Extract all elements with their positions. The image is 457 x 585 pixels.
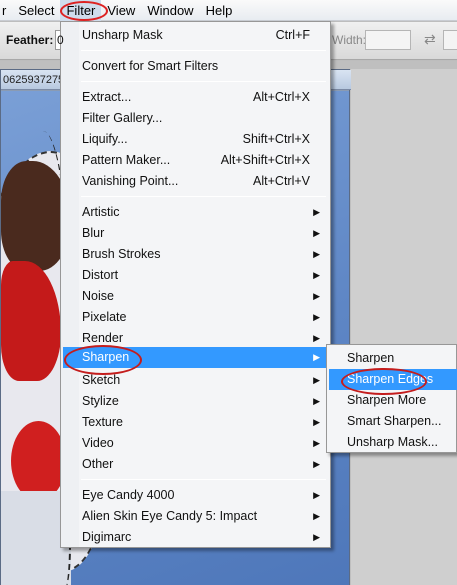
menu-item-shortcut: Shift+Ctrl+X	[242, 132, 310, 146]
menu-item-distort[interactable]: Distort ▶	[63, 265, 328, 286]
menu-item-digimarc[interactable]: Digimarc ▶	[63, 527, 328, 548]
menu-item-label: Video	[82, 436, 114, 450]
menu-item-label: Digimarc	[82, 530, 132, 544]
chevron-right-icon: ▶	[313, 228, 320, 238]
menu-item-label: Pattern Maker...	[82, 153, 171, 167]
filter-menu: Unsharp Mask Ctrl+F Convert for Smart Fi…	[60, 21, 331, 548]
menu-item-label: Convert for Smart Filters	[82, 59, 219, 73]
menu-item-label: Liquify...	[82, 132, 128, 146]
menu-item-brush-strokes[interactable]: Brush Strokes ▶	[63, 244, 328, 265]
feather-label: Feather:	[6, 33, 54, 47]
menu-select[interactable]: Select	[12, 0, 60, 21]
menu-item-eye-candy-5[interactable]: Alien Skin Eye Candy 5: Impact ▶	[63, 506, 328, 527]
menu-item-shortcut: Alt+Shift+Ctrl+X	[220, 153, 310, 167]
submenu-item-sharpen-more[interactable]: Sharpen More	[329, 390, 457, 411]
chevron-right-icon: ▶	[313, 511, 320, 521]
menu-item-shortcut: Ctrl+F	[275, 28, 310, 42]
height-input[interactable]	[443, 30, 457, 50]
chevron-right-icon: ▶	[313, 249, 320, 259]
chevron-right-icon: ▶	[313, 333, 320, 343]
menu-item-pattern-maker[interactable]: Pattern Maker... Alt+Shift+Ctrl+X	[63, 150, 328, 171]
submenu-item-label: Sharpen More	[347, 393, 427, 407]
chevron-right-icon: ▶	[313, 490, 320, 500]
annotation-circle-filter	[60, 1, 108, 21]
menu-item-eye-candy-4000[interactable]: Eye Candy 4000 ▶	[63, 485, 328, 506]
menu-item-label: Filter Gallery...	[82, 111, 163, 125]
menu-item-label: Texture	[82, 415, 123, 429]
menu-item-label: Eye Candy 4000	[82, 488, 175, 502]
chevron-right-icon: ▶	[313, 396, 320, 406]
width-input[interactable]	[365, 30, 411, 50]
submenu-item-sharpen[interactable]: Sharpen	[329, 348, 457, 369]
menu-item-pixelate[interactable]: Pixelate ▶	[63, 307, 328, 328]
submenu-item-label: Smart Sharpen...	[347, 414, 442, 428]
chevron-right-icon: ▶	[313, 375, 320, 385]
chevron-right-icon: ▶	[313, 352, 320, 362]
menu-item-label: Pixelate	[82, 310, 127, 324]
chevron-right-icon: ▶	[313, 270, 320, 280]
chevron-right-icon: ▶	[313, 291, 320, 301]
chevron-right-icon: ▶	[313, 312, 320, 322]
width-label: Width:	[332, 33, 367, 47]
menu-item-blur[interactable]: Blur ▶	[63, 223, 328, 244]
menu-item-label: Vanishing Point...	[82, 174, 179, 188]
chevron-right-icon: ▶	[313, 417, 320, 427]
menu-separator	[81, 81, 326, 82]
menu-separator	[81, 479, 326, 480]
menu-item-label: Brush Strokes	[82, 247, 161, 261]
menu-item-extract[interactable]: Extract... Alt+Ctrl+X	[63, 87, 328, 108]
menu-item-vanishing-point[interactable]: Vanishing Point... Alt+Ctrl+V	[63, 171, 328, 192]
chevron-right-icon: ▶	[313, 459, 320, 469]
menu-window[interactable]: Window	[141, 0, 199, 21]
chevron-right-icon: ▶	[313, 438, 320, 448]
menu-separator	[81, 50, 326, 51]
swap-arrows-icon[interactable]: ⇄	[424, 31, 436, 48]
sharpen-submenu: Sharpen Sharpen Edges Sharpen More Smart…	[326, 344, 457, 453]
feather-value: 0	[57, 33, 64, 47]
chevron-right-icon: ▶	[313, 532, 320, 542]
menu-item-sketch[interactable]: Sketch ▶	[63, 370, 328, 391]
menu-item-label: Blur	[82, 226, 105, 240]
menu-item-texture[interactable]: Texture ▶	[63, 412, 328, 433]
menu-item-label: Distort	[82, 268, 119, 282]
menu-item-label: Artistic	[82, 205, 120, 219]
menu-item-video[interactable]: Video ▶	[63, 433, 328, 454]
chevron-right-icon: ▶	[313, 207, 320, 217]
menu-item-shortcut: Alt+Ctrl+X	[253, 90, 310, 104]
submenu-item-unsharp-mask[interactable]: Unsharp Mask...	[329, 432, 457, 453]
menu-item-filter-gallery[interactable]: Filter Gallery...	[63, 108, 328, 129]
submenu-item-smart-sharpen[interactable]: Smart Sharpen...	[329, 411, 457, 432]
menu-separator	[81, 196, 326, 197]
menu-item-label: Extract...	[82, 90, 132, 104]
menu-item-unsharp-mask[interactable]: Unsharp Mask Ctrl+F	[63, 25, 328, 46]
photoshop-window: r Select Filter View Window Help Feather…	[0, 0, 457, 585]
menu-item-stylize[interactable]: Stylize ▶	[63, 391, 328, 412]
menu-item-label: Noise	[82, 289, 114, 303]
menu-item-label: Alien Skin Eye Candy 5: Impact	[82, 509, 258, 523]
workspace-background	[351, 69, 457, 585]
menu-item-label: Sketch	[82, 373, 121, 387]
menu-item-liquify[interactable]: Liquify... Shift+Ctrl+X	[63, 129, 328, 150]
menu-item-label: Other	[82, 457, 114, 471]
menu-help[interactable]: Help	[200, 0, 239, 21]
menu-item-noise[interactable]: Noise ▶	[63, 286, 328, 307]
submenu-item-label: Sharpen	[347, 351, 395, 365]
menu-item-artistic[interactable]: Artistic ▶	[63, 202, 328, 223]
menu-item-other[interactable]: Other ▶	[63, 454, 328, 475]
menu-item-label: Stylize	[82, 394, 119, 408]
menu-item-label: Unsharp Mask	[82, 28, 163, 42]
submenu-item-label: Unsharp Mask...	[347, 435, 439, 449]
menu-edit-partial[interactable]: r	[0, 0, 12, 21]
menu-item-convert-smart-filters[interactable]: Convert for Smart Filters	[63, 56, 328, 77]
menu-item-shortcut: Alt+Ctrl+V	[253, 174, 310, 188]
